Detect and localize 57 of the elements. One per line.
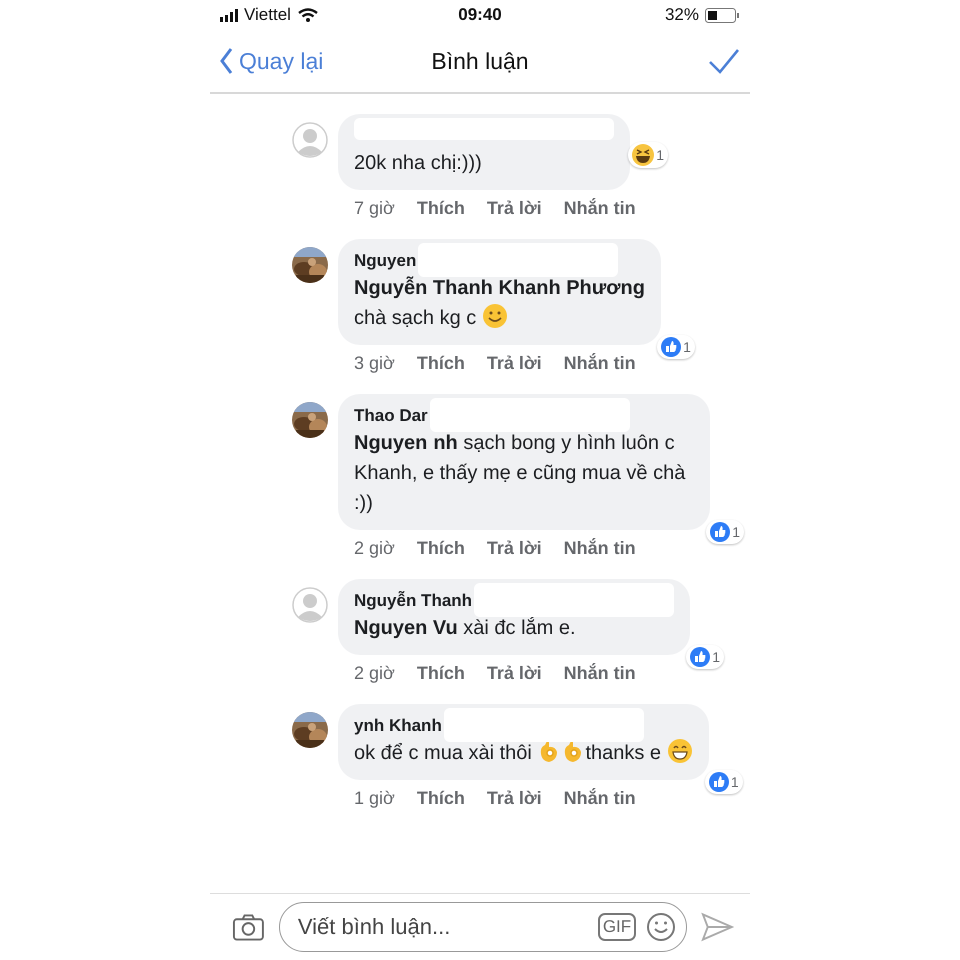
emoji-icon[interactable]	[646, 912, 676, 942]
like-link[interactable]: Thích	[416, 788, 465, 809]
reply-link[interactable]: Trả lời	[486, 353, 542, 374]
author-name: Nguyễn Thanh	[354, 590, 472, 612]
thumbs-up-icon	[690, 647, 710, 667]
comment-time: 7 giờ	[354, 198, 395, 219]
avatar-icon	[292, 122, 328, 158]
thumbs-up-icon	[708, 772, 729, 792]
message-link[interactable]: Nhắn tin	[564, 788, 636, 809]
battery-percent: 32%	[664, 5, 699, 25]
comment-text: ok để c mua xài thôi thanks e	[354, 738, 693, 768]
back-button[interactable]: Quay lại	[220, 47, 324, 75]
carrier-name: Viettel	[244, 5, 291, 25]
message-link[interactable]: Nhắn tin	[564, 198, 636, 219]
comment-time: 2 giờ	[354, 663, 395, 684]
comment-field[interactable]: Viết bình luận... GIF	[278, 902, 688, 952]
reaction-count[interactable]: 1	[706, 520, 744, 544]
reaction-count[interactable]: 1	[628, 142, 668, 168]
comment-text: Nguyen Vu xài đc lắm e.	[354, 616, 577, 641]
message-link[interactable]: Nhắn tin	[564, 663, 636, 684]
laughing-face-icon	[632, 144, 654, 166]
grinning-face-icon	[666, 738, 693, 764]
message-link[interactable]: Nhắn tin	[564, 353, 636, 374]
comment-time: 2 giờ	[354, 538, 395, 559]
like-link[interactable]: Thích	[416, 538, 465, 559]
gif-button[interactable]: GIF	[598, 913, 636, 941]
reaction-count[interactable]: 1	[657, 335, 695, 359]
thumbs-up-icon	[710, 522, 730, 542]
send-icon[interactable]	[701, 911, 734, 943]
like-link[interactable]: Thích	[416, 353, 465, 374]
avatar-icon	[292, 587, 328, 623]
comment-time: 1 giờ	[354, 788, 395, 809]
like-link[interactable]: Thích	[416, 663, 465, 684]
reply-link[interactable]: Trả lời	[486, 663, 542, 684]
chevron-left-icon	[220, 47, 233, 75]
thumbs-up-icon	[661, 337, 682, 357]
comment-text: 20k nha chị:)))	[354, 151, 483, 176]
smiley-icon	[482, 303, 508, 329]
comment-text: Nguyễn Thanh Khanh Phương chà sạch kg c	[354, 275, 645, 331]
author-name: ynh Khanh	[354, 715, 442, 737]
clock-time: 09:40	[458, 5, 502, 24]
like-link[interactable]: Thích	[416, 198, 465, 219]
comment-text: Nguyen nh sạch bong y hình luôn c Khanh, e thấy mẹ e cũng mua về chà :))	[354, 431, 686, 516]
comment-time: 3 giờ	[354, 353, 395, 374]
author-name: Nguyen	[354, 250, 416, 272]
message-link[interactable]: Nhắn tin	[564, 538, 636, 559]
wifi-icon	[296, 7, 319, 23]
reply-link[interactable]: Trả lời	[486, 198, 542, 219]
signal-icon	[220, 8, 238, 22]
page-title: Bình luận	[431, 48, 529, 74]
battery-icon	[704, 8, 740, 22]
reply-link[interactable]: Trả lời	[486, 538, 542, 559]
reply-link[interactable]: Trả lời	[486, 788, 542, 809]
reaction-count[interactable]: 1	[704, 770, 743, 794]
reaction-count[interactable]: 1	[686, 645, 724, 669]
camera-icon[interactable]	[232, 912, 265, 942]
author-name: Thao Dar	[354, 405, 428, 427]
